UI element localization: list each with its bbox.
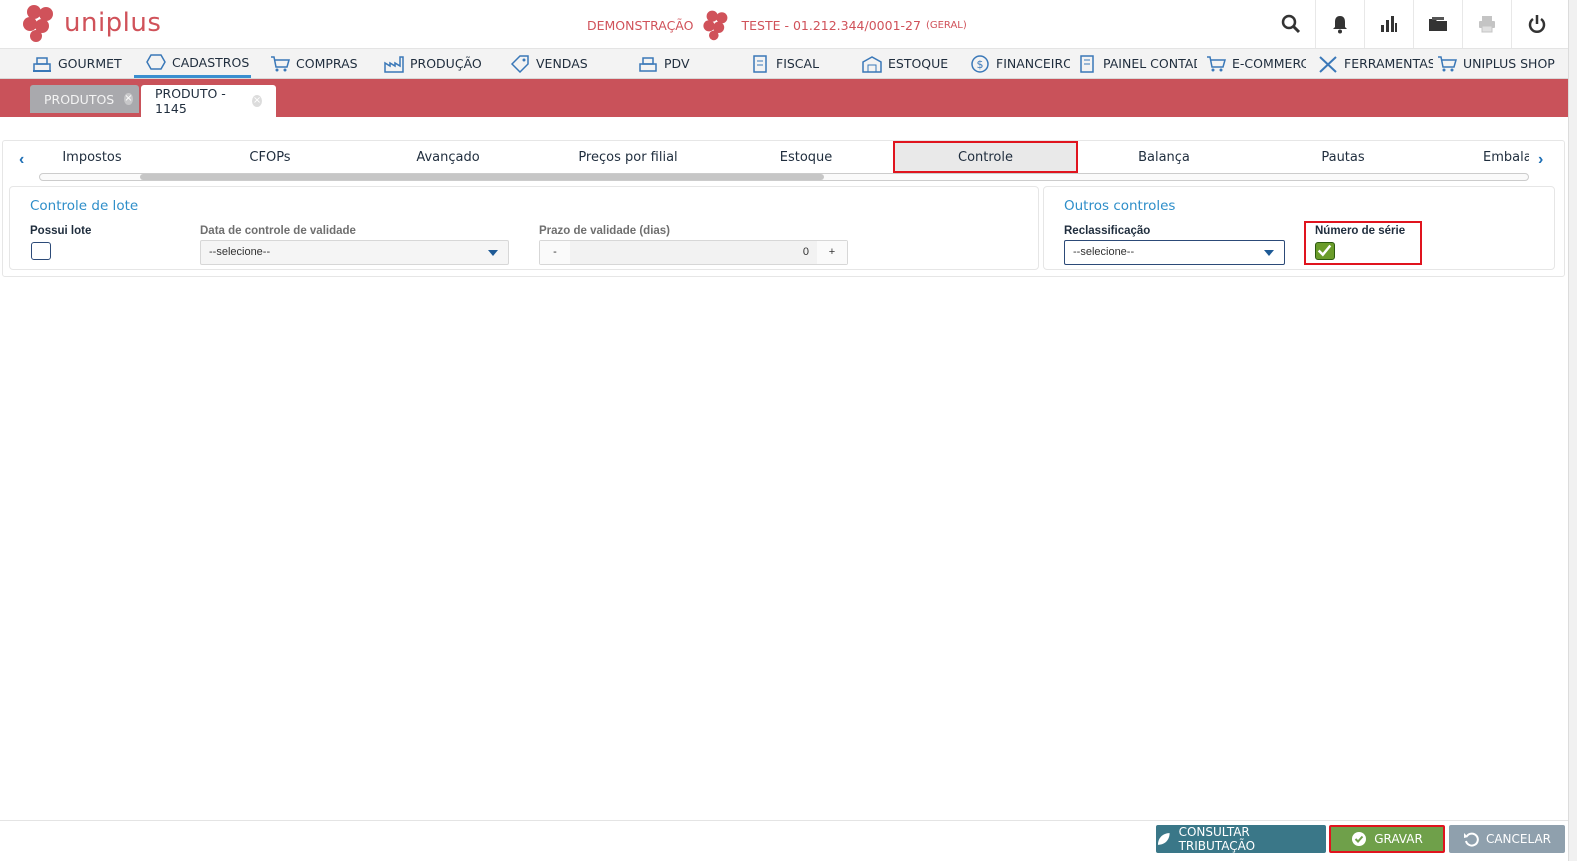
warehouse-icon xyxy=(862,55,882,73)
prazo-validade-value[interactable]: 0 xyxy=(803,241,809,264)
logout-button[interactable] xyxy=(1512,0,1561,48)
cart-icon xyxy=(1438,55,1457,71)
bell-icon xyxy=(1333,16,1347,34)
nav-item-gourmet[interactable]: GOURMET xyxy=(32,49,132,78)
prazo-validade-label: Prazo de validade (dias) xyxy=(539,225,671,237)
nav-item-cadastros[interactable]: CADASTROS xyxy=(134,49,251,78)
numero-serie-label: Número de série xyxy=(1315,225,1406,237)
decrement-button[interactable]: - xyxy=(540,241,570,264)
tab-precos-por-filial[interactable]: Preços por filial xyxy=(563,141,693,173)
gravar-button[interactable]: GRAVAR xyxy=(1329,825,1445,853)
power-icon xyxy=(1528,15,1545,33)
caret-down-icon xyxy=(1264,250,1274,256)
folder-icon xyxy=(1429,17,1447,31)
panel-title: Controle de lote xyxy=(30,198,139,214)
nav-item-fiscal[interactable]: FISCAL xyxy=(750,49,840,78)
tag-icon xyxy=(510,54,529,73)
checkmark-icon xyxy=(1317,244,1332,257)
panel-title: Outros controles xyxy=(1064,198,1176,214)
tab-estoque[interactable]: Estoque xyxy=(747,141,865,173)
tab-scrollbar[interactable] xyxy=(39,173,1529,181)
close-icon[interactable]: × xyxy=(124,93,133,105)
nav-item-uniplus-shop[interactable]: UNIPLUS SHOP xyxy=(1437,49,1562,78)
increment-button[interactable]: + xyxy=(817,241,847,264)
caret-down-icon xyxy=(488,250,498,256)
notifications-button[interactable] xyxy=(1316,0,1365,48)
undo-icon xyxy=(1463,832,1479,847)
close-icon[interactable]: × xyxy=(252,95,262,107)
cash-register-icon xyxy=(33,56,51,72)
nav-item-painel-contador[interactable]: PAINEL CONTADOR xyxy=(1077,49,1197,78)
main-nav: GOURMET CADASTROS COMPRAS PRODUÇÃO VENDA… xyxy=(0,49,1577,79)
chevron-right-icon[interactable]: › xyxy=(1538,151,1543,169)
tab-avancado[interactable]: Avançado xyxy=(389,141,507,173)
print-button[interactable] xyxy=(1463,0,1512,48)
tab-balanca[interactable]: Balança xyxy=(1105,141,1223,173)
tab-produtos[interactable]: PRODUTOS × xyxy=(30,85,139,113)
page-tab-strip: PRODUTOS × PRODUTO - 1145 × xyxy=(0,79,1568,117)
footer-actions: CONSULTAR TRIBUTAÇÃO GRAVAR CANCELAR xyxy=(0,820,1568,861)
tools-icon xyxy=(1319,55,1337,73)
reclassificacao-select[interactable]: --selecione-- xyxy=(1064,240,1285,265)
ledger-icon xyxy=(1080,54,1094,73)
uniplus-logo-icon xyxy=(23,5,53,42)
search-icon xyxy=(1281,14,1301,34)
panel-controle-de-lote: Controle de lote Possui lote Data de con… xyxy=(9,186,1039,270)
header-actions xyxy=(1267,0,1561,48)
app-name: uniplus xyxy=(64,8,162,38)
reports-button[interactable] xyxy=(1365,0,1414,48)
possui-lote-label: Possui lote xyxy=(30,225,92,237)
consultar-tributacao-button[interactable]: CONSULTAR TRIBUTAÇÃO xyxy=(1156,825,1326,853)
company-name: TESTE - 01.212.344/0001-27 xyxy=(741,17,921,33)
nav-item-estoque[interactable]: ESTOQUE xyxy=(862,49,962,78)
nav-item-vendas[interactable]: VENDAS xyxy=(510,49,610,78)
tab-impostos[interactable]: Impostos xyxy=(33,141,151,173)
nav-item-financeiro[interactable]: $ FINANCEIRO xyxy=(970,49,1070,78)
nav-item-ferramentas[interactable]: FERRAMENTAS xyxy=(1318,49,1433,78)
dollar-icon: $ xyxy=(971,54,989,73)
app-logo[interactable]: uniplus xyxy=(20,2,161,44)
prazo-validade-stepper[interactable]: - 0 + xyxy=(539,240,848,265)
cash-register-icon xyxy=(639,56,657,72)
hexagon-icon xyxy=(146,54,166,70)
tab-produto-1145[interactable]: PRODUTO - 1145 × xyxy=(141,85,276,117)
panel-outros-controles: Outros controles Reclassificação --selec… xyxy=(1043,186,1555,270)
company-logo-icon xyxy=(703,10,728,41)
factory-icon xyxy=(384,55,404,73)
tab-cfops[interactable]: CFOPs xyxy=(211,141,329,173)
data-validade-label: Data de controle de validade xyxy=(200,225,356,237)
product-form: ‹ Impostos CFOPs Avançado Preços por fil… xyxy=(2,140,1565,277)
tab-scrollbar-thumb[interactable] xyxy=(140,174,824,180)
receipt-icon xyxy=(753,54,767,73)
nav-item-pdv[interactable]: PDV xyxy=(638,49,718,78)
sub-tab-bar: ‹ Impostos CFOPs Avançado Preços por fil… xyxy=(3,141,1566,181)
company-scope: (GERAL) xyxy=(925,19,967,31)
leaf-icon xyxy=(1157,833,1170,845)
nav-item-compras[interactable]: COMPRAS xyxy=(270,49,370,78)
nav-item-producao[interactable]: PRODUÇÃO xyxy=(384,49,494,78)
cart-icon xyxy=(271,55,290,71)
possui-lote-checkbox[interactable] xyxy=(31,242,51,260)
tab-controle[interactable]: Controle xyxy=(893,141,1078,173)
numero-serie-checkbox[interactable] xyxy=(1315,242,1335,260)
check-circle-icon xyxy=(1352,832,1367,846)
data-validade-select[interactable]: --selecione-- xyxy=(200,240,509,265)
documents-button[interactable] xyxy=(1414,0,1463,48)
reclassificacao-label: Reclassificação xyxy=(1064,225,1151,237)
bar-chart-icon xyxy=(1381,16,1397,32)
cart-icon xyxy=(1207,55,1226,71)
search-button[interactable] xyxy=(1267,0,1316,48)
svg-text:$: $ xyxy=(977,58,984,71)
company-mode: DEMONSTRAÇÃO xyxy=(587,17,694,33)
tab-embalagens[interactable]: Embala xyxy=(1483,141,1529,173)
cancelar-button[interactable]: CANCELAR xyxy=(1449,825,1565,853)
nav-item-ecommerce[interactable]: E-COMMERCE xyxy=(1206,49,1306,78)
company-info[interactable]: DEMONSTRAÇÃO TESTE - 01.212.344/0001-27 … xyxy=(587,8,967,42)
top-header: uniplus DEMONSTRAÇÃO TESTE - 01.212.344/… xyxy=(0,0,1577,49)
printer-icon xyxy=(1479,16,1495,33)
page-scrollbar[interactable] xyxy=(1568,0,1577,861)
tab-pautas[interactable]: Pautas xyxy=(1284,141,1402,173)
chevron-left-icon[interactable]: ‹ xyxy=(19,151,24,169)
